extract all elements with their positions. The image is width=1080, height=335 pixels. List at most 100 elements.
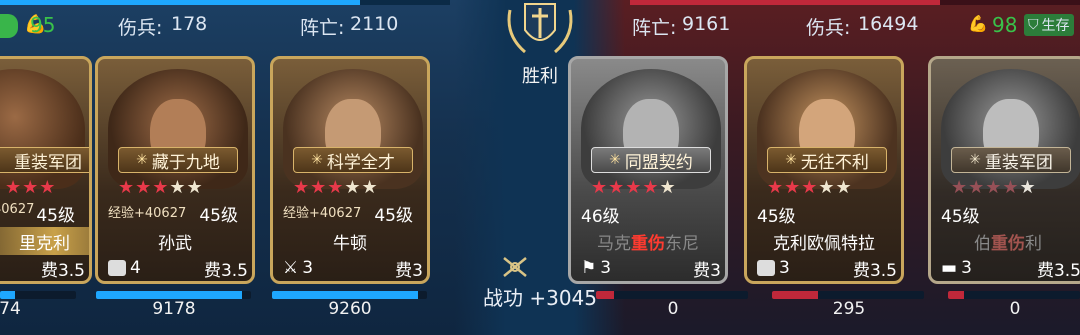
survive-label: 生存 <box>1041 18 1070 34</box>
hero-foot: ⚑ 3 费3 <box>581 255 721 281</box>
skill-icon: ✳ <box>969 152 981 168</box>
hero-name-part: 利 <box>1025 233 1042 254</box>
hero-level: 46级 <box>581 207 620 227</box>
troop-type-icon <box>108 260 126 276</box>
skill-name: 藏于九地 <box>151 152 220 173</box>
hero-cost: 费3 <box>395 260 423 281</box>
right-stats: 阵亡: 9161 伤兵: 16494 💪 98 ⛉ 生存 <box>620 8 1080 48</box>
hero-stars: ★★★★★ <box>767 177 853 198</box>
hero-name-plate: 马克 重伤 东尼 <box>571 227 725 255</box>
hero-cost: 费3.5 <box>1036 260 1080 281</box>
hero-stars: ★★★★★ <box>293 177 379 198</box>
hero-name-part: 马克 <box>597 233 631 254</box>
tank-icon: ▬ <box>941 258 958 278</box>
skill-icon: ✳ <box>609 152 621 168</box>
right-dead: 9161 <box>682 13 731 35</box>
hero-stars: ★★★ <box>5 177 57 198</box>
skill-name: 科学全才 <box>326 152 395 173</box>
hero-exp: 40627 <box>0 202 35 217</box>
hero-level: 45级 <box>36 206 75 226</box>
battle-report: 💪 95 伤兵: 178 阵亡: 2110 阵亡: 9161 伤兵: 16494… <box>0 0 1080 335</box>
hero-cost: 费3.5 <box>852 260 897 281</box>
hero-troops: 3 <box>302 258 314 278</box>
right-hero-card-2[interactable]: ✳ 无往不利 ★★★★★ 45级 克利欧佩特拉 3 费3.5 <box>744 56 904 284</box>
hero-name: 牛顿 <box>333 233 367 254</box>
left-top-progress <box>0 0 360 5</box>
hero-skill-tag: ✳ 藏于九地 <box>118 147 238 173</box>
hero-name-part: 伯 <box>974 233 991 254</box>
troop-type-icon <box>757 260 775 276</box>
skill-icon: ✳ <box>311 152 323 168</box>
left-hp-bar-1 <box>0 291 76 299</box>
hero-cost: 费3 <box>693 260 721 281</box>
skill-name: 重装军团 <box>984 152 1053 173</box>
right-hp-2: 295 <box>832 299 866 319</box>
right-wounded: 16494 <box>858 13 919 35</box>
left-hp-bar-3 <box>272 291 427 299</box>
skill-name: 无往不利 <box>800 152 869 173</box>
left-hero-card-3[interactable]: ✳ 科学全才 ★★★★★ 经验+40627 45级 牛顿 ⚔ 3 费3 <box>270 56 430 284</box>
morale-indicator-left <box>0 14 18 38</box>
left-hp-1: 74 <box>0 299 21 319</box>
right-dead-label: 阵亡: <box>632 17 677 39</box>
crossed-swords-icon <box>503 257 527 277</box>
hero-foot: ⚔ 3 费3 <box>283 255 423 281</box>
hero-skill-tag: ✳ 同盟契约 <box>591 147 711 173</box>
shield-icon: ⛉ <box>1028 17 1039 33</box>
skill-name: 重装军团 <box>14 152 82 173</box>
right-hero-card-1[interactable]: ✳ 同盟契约 ★★★★★ 46级 马克 重伤 东尼 ⚑ 3 费3 <box>568 56 728 284</box>
hero-name-plate: 克利欧佩特拉 <box>747 227 901 255</box>
skill-name: 同盟契约 <box>624 152 693 173</box>
left-wounded: 178 <box>171 13 208 35</box>
left-hp-2: 9178 <box>152 299 196 319</box>
hero-stars: ★★★★★ <box>591 177 677 198</box>
hero-name-part: 东尼 <box>665 233 699 254</box>
hero-stars: ★★★★★ <box>118 177 204 198</box>
right-top-progress-track <box>940 0 1080 5</box>
skill-icon: ✳ <box>785 152 797 168</box>
left-wounded-label: 伤兵: <box>118 17 163 39</box>
left-dead-label: 阵亡: <box>300 17 345 39</box>
hero-level: 45级 <box>199 206 238 226</box>
hero-name-plate: 伯重伤利 <box>931 227 1080 255</box>
wounded-status: 重伤 <box>991 233 1025 254</box>
left-stats: 💪 95 伤兵: 178 阵亡: 2110 <box>0 8 460 48</box>
merit-value: +3045 <box>529 286 597 310</box>
right-hp-3: 0 <box>1009 299 1021 319</box>
hero-level: 45级 <box>757 207 796 227</box>
hero-skill-tag: ✳ 无往不利 <box>767 147 887 173</box>
survive-badge: ⛉ 生存 <box>1024 14 1074 36</box>
right-wounded-label: 伤兵: <box>806 17 851 39</box>
hero-name-plate: 牛顿 <box>273 227 427 255</box>
hero-foot: ▬ 3 费3.5 <box>941 255 1080 281</box>
left-dead: 2110 <box>350 13 399 35</box>
hero-level: 45级 <box>941 207 980 227</box>
troop-icon: ⚑ <box>581 258 597 278</box>
rifle-icon: ⚔ <box>283 258 299 278</box>
hero-name-plate: 里克利 <box>0 227 89 255</box>
right-hp-1: 0 <box>667 299 679 319</box>
hero-name: 孙武 <box>158 233 192 254</box>
hero-troops: 4 <box>130 258 141 278</box>
left-hero-card-2[interactable]: ✳ 藏于九地 ★★★★★ 经验+40627 45级 孙武 4 费3.5 <box>95 56 255 284</box>
hero-level: 45级 <box>374 206 413 226</box>
hero-troops: 3 <box>600 258 612 278</box>
right-top-progress <box>630 0 940 5</box>
hero-cost: 费3.5 <box>203 260 248 281</box>
left-hp-bar-2 <box>96 291 251 299</box>
left-top-progress-track <box>360 0 450 5</box>
hero-exp: 经验+40627 <box>283 206 362 221</box>
hero-cost: 费3.5 <box>40 260 85 281</box>
right-hp-bar-3 <box>948 291 1080 299</box>
hero-foot: 费3.5 <box>0 255 85 281</box>
right-morale: 98 <box>992 13 1018 37</box>
right-hero-card-3[interactable]: ✳ 重装军团 ★★★★★ 45级 伯重伤利 ▬ 3 费3.5 <box>928 56 1080 284</box>
hero-foot: 4 费3.5 <box>108 255 248 281</box>
hero-foot: 3 费3.5 <box>757 255 897 281</box>
hero-stars: ★★★★★ <box>951 177 1037 198</box>
victory-emblem-icon <box>507 3 573 54</box>
left-hero-card-1[interactable]: 重装军团 ★★★ 40627 45级 里克利 费3.5 <box>0 56 92 284</box>
wounded-status: 重伤 <box>631 233 665 254</box>
hero-name: 克利欧佩特拉 <box>773 233 875 254</box>
merit-label: 战功 <box>482 286 523 310</box>
